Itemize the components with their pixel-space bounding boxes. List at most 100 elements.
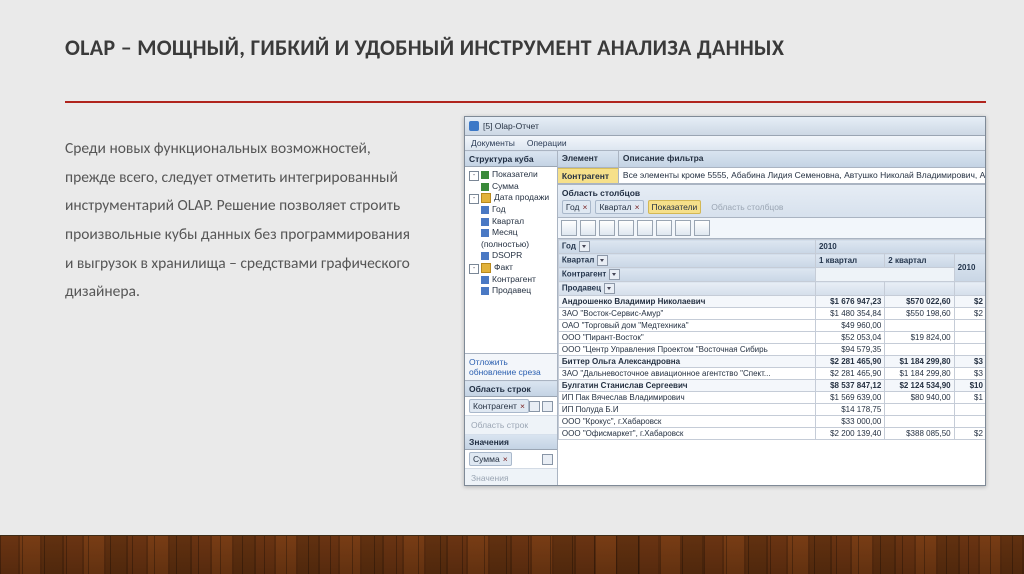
columns-area-header: Область столбцов [562, 188, 640, 198]
filter-item-kontragent[interactable]: Контрагент [558, 168, 619, 183]
cell-q1: $52 053,04 [815, 332, 884, 344]
cell-q1: $1 480 354,84 [815, 308, 884, 320]
cell-2010: $64 000,00 [954, 416, 986, 428]
cell-2010: $49 960,00 [954, 320, 986, 332]
dim-icon [481, 229, 489, 237]
sort-icon[interactable] [529, 401, 540, 412]
right-pane: Элемент Описание фильтра Контрагент Все … [558, 151, 986, 486]
table-row[interactable]: ОАО "Торговый дом "Медтехника" $49 960,00… [558, 320, 986, 332]
table-row[interactable]: ИП Полуда Б.И$14 178,75$14 178,75$14 178… [558, 404, 986, 416]
tb-btn[interactable] [618, 220, 634, 236]
cell-name: ЗАО "Дальневосточное авиационное агентст… [558, 368, 815, 380]
left-pane: Структура куба -Показатели Сумма -Дата п… [465, 151, 558, 486]
remove-icon[interactable]: × [520, 401, 525, 411]
tb-btn[interactable] [637, 220, 653, 236]
dropdown-icon[interactable] [604, 283, 615, 294]
table-row[interactable]: ООО "Крокус", г.Хабаровск$33 000,00$64 0… [558, 416, 986, 428]
defer-refresh-link[interactable]: Отложить обновление среза [465, 354, 557, 381]
menu-bar: Документы Операции [465, 136, 985, 151]
cell-name: ООО "Крокус", г.Хабаровск [558, 416, 815, 428]
table-row[interactable]: ИП Пак Вячеслав Владимирович$1 569 639,0… [558, 392, 986, 404]
tb-btn[interactable] [675, 220, 691, 236]
title-rule [65, 101, 986, 103]
cube-tree[interactable]: -Показатели Сумма -Дата продажи Год Квар… [465, 167, 557, 354]
menu-operations[interactable]: Операции [527, 138, 567, 148]
rows-area-item[interactable]: Контрагент× [465, 397, 557, 416]
app-icon [469, 121, 479, 131]
dropdown-icon[interactable] [579, 241, 590, 252]
options-icon[interactable] [542, 454, 553, 465]
folder-icon [481, 193, 491, 203]
table-row[interactable]: ООО "Пирант-Восток"$52 053,04$19 824,00$… [558, 332, 986, 344]
cell-q2: $570 022,60 [885, 296, 954, 308]
cell-2010: $10 662 382,02 [954, 380, 986, 392]
tb-btn[interactable] [580, 220, 596, 236]
hdr-quarter[interactable]: Квартал [558, 254, 815, 268]
remove-icon[interactable]: × [503, 454, 508, 464]
col-chip-measures[interactable]: Показатели [648, 200, 702, 214]
pivot-grid[interactable]: Год 2010 Всего Квартал 1 квартал 2 кварт… [558, 239, 986, 486]
hdr-seller[interactable]: Продавец [558, 282, 815, 296]
cell-name: Андрошенко Владимир Николаевич [558, 296, 815, 308]
collapse-icon[interactable]: - [469, 264, 479, 274]
cell-name: ООО "Офисмаркет", г.Хабаровск [558, 428, 815, 440]
filter-col-desc: Описание фильтра [619, 151, 986, 167]
filter-col-element: Элемент [558, 151, 619, 167]
hdr-q1[interactable]: 1 квартал [815, 254, 884, 268]
table-row[interactable]: ЗАО "Дальневосточное авиационное агентст… [558, 368, 986, 380]
cell-q1: $2 200 139,40 [815, 428, 884, 440]
table-row[interactable]: ООО "Центр Управления Проектом "Восточна… [558, 344, 986, 356]
cell-name: ООО "Центр Управления Проектом "Восточна… [558, 344, 815, 356]
table-row[interactable]: ООО "Офисмаркет", г.Хабаровск$2 200 139,… [558, 428, 986, 440]
remove-icon[interactable]: × [635, 202, 640, 212]
hdr-year[interactable]: Год [558, 240, 815, 254]
cell-q2 [885, 320, 954, 332]
grid-toolbar [558, 218, 986, 239]
hdr-kontragent[interactable]: Контрагент [558, 268, 815, 282]
tb-btn[interactable] [599, 220, 615, 236]
filter-item-desc: Все элементы кроме 5555, Абабина Лидия С… [619, 168, 986, 183]
cell-q1: $94 579,35 [815, 344, 884, 356]
floor-texture [0, 535, 1024, 574]
cell-2010: $1 650 579,00 [954, 392, 986, 404]
cell-q2 [885, 344, 954, 356]
cube-structure-header: Структура куба [465, 151, 557, 167]
table-row[interactable]: Булгатин Станислав Сергеевич$8 537 847,1… [558, 380, 986, 392]
cell-q2: $1 184 299,80 [885, 356, 954, 368]
col-chip-quarter[interactable]: Квартал× [595, 200, 643, 214]
options-icon[interactable] [542, 401, 553, 412]
remove-icon[interactable]: × [582, 202, 587, 212]
slide-body-text: Среди новых функциональных возможностей,… [65, 135, 415, 307]
cell-q1: $2 281 465,90 [815, 368, 884, 380]
hdr-year-val[interactable]: 2010 [815, 240, 986, 254]
sum-icon [481, 183, 489, 191]
cell-name: ИП Полуда Б.И [558, 404, 815, 416]
tb-btn[interactable] [561, 220, 577, 236]
measures-icon [481, 171, 489, 179]
cell-q2: $80 940,00 [885, 392, 954, 404]
cell-q1: $14 178,75 [815, 404, 884, 416]
values-area-placeholder: Значения [465, 469, 557, 486]
cell-2010: $71 877,04 [954, 332, 986, 344]
collapse-icon[interactable]: - [469, 194, 479, 204]
table-row[interactable]: ЗАО "Восток-Сервис-Амур"$1 480 354,84$55… [558, 308, 986, 320]
dropdown-icon[interactable] [597, 255, 608, 266]
cell-q2: $388 085,50 [885, 428, 954, 440]
columns-area-placeholder: Область столбцов [705, 202, 789, 212]
cell-2010: $94 579,35 [954, 344, 986, 356]
table-row[interactable]: Андрошенко Владимир Николаевич$1 676 947… [558, 296, 986, 308]
values-area-header: Значения [465, 434, 557, 450]
col-chip-year[interactable]: Год× [562, 200, 592, 214]
values-area-item[interactable]: Сумма× [465, 450, 557, 469]
hdr-q2[interactable]: 2 квартал [885, 254, 954, 268]
tb-btn[interactable] [694, 220, 710, 236]
hdr-2010-sub: 2010 [954, 254, 986, 282]
tb-btn[interactable] [656, 220, 672, 236]
cell-name: ОАО "Торговый дом "Медтехника" [558, 320, 815, 332]
menu-documents[interactable]: Документы [471, 138, 515, 148]
dropdown-icon[interactable] [609, 269, 620, 280]
cell-q2 [885, 416, 954, 428]
cell-q2: $550 198,60 [885, 308, 954, 320]
collapse-icon[interactable]: - [469, 171, 479, 181]
table-row[interactable]: Биттер Ольга Александровна$2 281 465,90$… [558, 356, 986, 368]
